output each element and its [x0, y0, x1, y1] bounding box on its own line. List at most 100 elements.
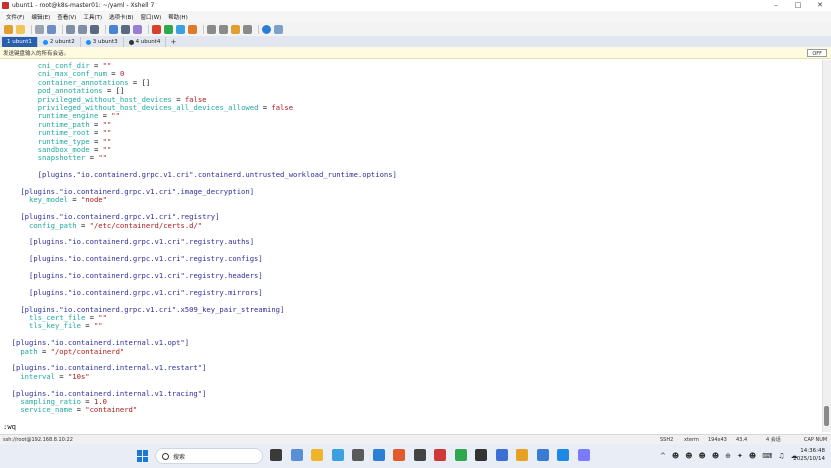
taskbar-app-icon[interactable] [311, 449, 323, 461]
tray-icon[interactable]: ♫ [778, 452, 784, 460]
copy-icon[interactable] [66, 24, 75, 34]
tab-label: 2 ubunt2 [49, 39, 75, 45]
help-icon[interactable] [262, 24, 271, 34]
taskbar-app-icon[interactable] [331, 449, 344, 461]
terminal-line: config_path = "/etc/containerd/certs.d/" [29, 220, 203, 230]
options-icon[interactable] [219, 24, 228, 34]
taskbar-app-icon[interactable] [270, 449, 282, 461]
windows-start-icon[interactable] [137, 450, 149, 462]
menu-tabs[interactable]: 选项卡(B) [109, 13, 134, 21]
maximize-button[interactable]: □ [787, 0, 809, 11]
terminal-text-segment: = [67, 195, 81, 205]
terminal-output[interactable]: cni_conf_dir = "" cni_max_conf_num = 0 con… [0, 60, 822, 432]
terminal-type: xterm [684, 437, 699, 443]
grid-icon[interactable] [243, 24, 252, 34]
tray-icon[interactable]: ☻ [712, 452, 719, 460]
taskbar-search-box[interactable]: 搜索 [155, 448, 263, 464]
tray-icon[interactable]: ☻ [699, 452, 706, 460]
menu-edit[interactable]: 编辑(E) [31, 13, 50, 21]
find-icon[interactable] [90, 24, 99, 34]
tab-ubunt1[interactable]: 1 ubunt1 [2, 37, 38, 47]
terminal-text-segment: = [258, 103, 272, 112]
terminal-text-segment: path [20, 346, 38, 356]
taskbar-app-icon[interactable] [434, 449, 446, 461]
title-bar: ubunt1 - root@k8s-master01: ~/yaml - Xsh… [0, 0, 831, 11]
tab-label: 1 ubunt1 [7, 39, 32, 45]
font-icon[interactable] [121, 24, 130, 34]
menu-help[interactable]: 帮助(H) [168, 13, 187, 21]
toolbar [0, 22, 831, 36]
script-icon[interactable] [164, 24, 173, 34]
terminal-text-segment: key_model [29, 195, 68, 205]
search-label: 搜索 [173, 453, 186, 461]
status-bar: ssh://root@192.168.8.10:22 SSH2 xterm 19… [0, 434, 831, 444]
tab-ubunt2[interactable]: 2 ubunt2 [38, 37, 81, 47]
taskbar-app-icon[interactable] [577, 449, 590, 461]
send-all-toggle-button[interactable]: OFF [807, 49, 827, 57]
tab-ubunt4[interactable]: 4 ubunt4 [124, 37, 167, 47]
new-session-icon[interactable] [4, 24, 13, 34]
terminal-text-segment: "containerd" [85, 405, 138, 415]
terminal-line: path = "/opt/containerd" [20, 346, 124, 356]
taskbar-app-icon[interactable] [352, 449, 364, 461]
taskbar-app-icon[interactable] [557, 449, 569, 461]
disconnect-icon[interactable] [35, 24, 44, 34]
tray-icon[interactable]: ☻ [672, 452, 679, 460]
scrollbar-thumb[interactable] [824, 406, 829, 426]
taskbar-app-icon[interactable] [475, 449, 487, 461]
terminal-line: [plugins."io.containerd.grpc.v1.cri".reg… [29, 238, 254, 246]
terminal-text-segment: [plugins."io.containerd.grpc.v1.cri".reg… [29, 254, 263, 264]
tab-ubunt3[interactable]: 3 ubunt3 [81, 37, 124, 47]
terminal-text-segment: snapshotter [37, 153, 86, 163]
taskbar-app-icon[interactable] [372, 449, 385, 461]
tray-icon[interactable]: ✦ [737, 452, 743, 460]
taskbar-clock[interactable]: 14:36:48 2025/10/14 [793, 448, 825, 463]
terminal-line: [plugins."io.containerd.grpc.v1.cri".reg… [29, 271, 263, 280]
lock-icon[interactable] [188, 24, 197, 34]
tray-icon[interactable]: ☻ [749, 452, 756, 460]
pinned-apps [270, 449, 598, 463]
connection-status-icon [85, 39, 91, 45]
menu-window[interactable]: 窗口(W) [141, 13, 162, 21]
minimize-button[interactable]: – [765, 0, 787, 11]
paste-icon[interactable] [78, 24, 87, 34]
terminal-line: [plugins."io.containerd.grpc.v1.cri".reg… [29, 288, 263, 297]
menu-file[interactable]: 文件(F) [6, 13, 24, 21]
close-button[interactable]: ✕ [809, 0, 831, 11]
menu-tools[interactable]: 工具(T) [83, 13, 102, 21]
windows-taskbar: 搜索 ^ ☻ ☻ ☻ ☻ ⊕ ✦ ☻ ⌨ ♫ ☁ 14:36:48 2025/10/14 [0, 444, 831, 468]
reconnect-icon[interactable] [47, 24, 56, 34]
menu-view[interactable]: 查看(V) [57, 13, 76, 21]
taskbar-app-icon[interactable] [495, 449, 508, 461]
taskbar-app-icon[interactable] [454, 449, 467, 461]
clock-time: 14:36:48 [800, 448, 825, 454]
tray-icon[interactable]: ☻ [685, 452, 692, 460]
globe-icon[interactable] [109, 24, 118, 34]
terminal-text-segment: = [72, 405, 86, 415]
tab-label: 4 ubunt4 [135, 39, 161, 45]
terminal-scrollbar[interactable] [822, 60, 831, 432]
highlight-icon[interactable] [231, 24, 240, 34]
chat-icon[interactable] [274, 24, 283, 34]
xftp-icon[interactable] [152, 24, 161, 34]
terminal-text-segment: "/etc/containerd/certs.d/" [89, 220, 203, 230]
taskbar-app-icon[interactable] [393, 449, 405, 461]
terminal-text-segment: "node" [80, 195, 107, 205]
session-tab-bar: 1 ubunt1 2 ubunt2 3 ubunt3 4 ubunt4 + [0, 36, 831, 47]
tray-icon[interactable]: ⊕ [725, 452, 731, 460]
taskbar-app-icon[interactable] [290, 449, 303, 461]
taskbar-app-icon[interactable] [516, 449, 528, 461]
open-folder-icon[interactable] [16, 24, 25, 34]
terminal-text-segment: "" [93, 321, 103, 331]
add-tab-button[interactable]: + [166, 37, 180, 47]
layout-icon[interactable] [207, 24, 216, 34]
fullscreen-icon[interactable] [176, 24, 185, 34]
terminal-line: [plugins."io.containerd.grpc.v1.cri".con… [38, 170, 397, 179]
keyboard-icon[interactable] [133, 24, 142, 34]
tray-icon[interactable]: ⌨ [762, 452, 772, 460]
tray-icon[interactable]: ^ [660, 452, 666, 460]
taskbar-app-icon[interactable] [536, 449, 549, 461]
compose-notice-text: 发送键盘输入的所有会话。 [3, 50, 70, 57]
taskbar-app-icon[interactable] [413, 449, 426, 461]
clock-date: 2025/10/14 [793, 455, 825, 462]
